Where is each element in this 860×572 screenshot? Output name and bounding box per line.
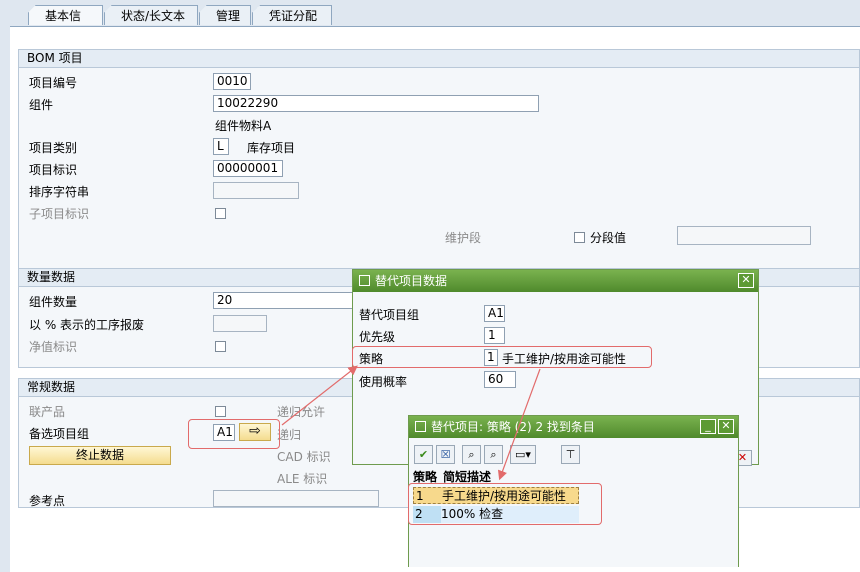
arrow-to-hitlist xyxy=(497,368,541,481)
annotation-arrows xyxy=(281,365,541,481)
arrow-to-strategy xyxy=(281,365,358,426)
